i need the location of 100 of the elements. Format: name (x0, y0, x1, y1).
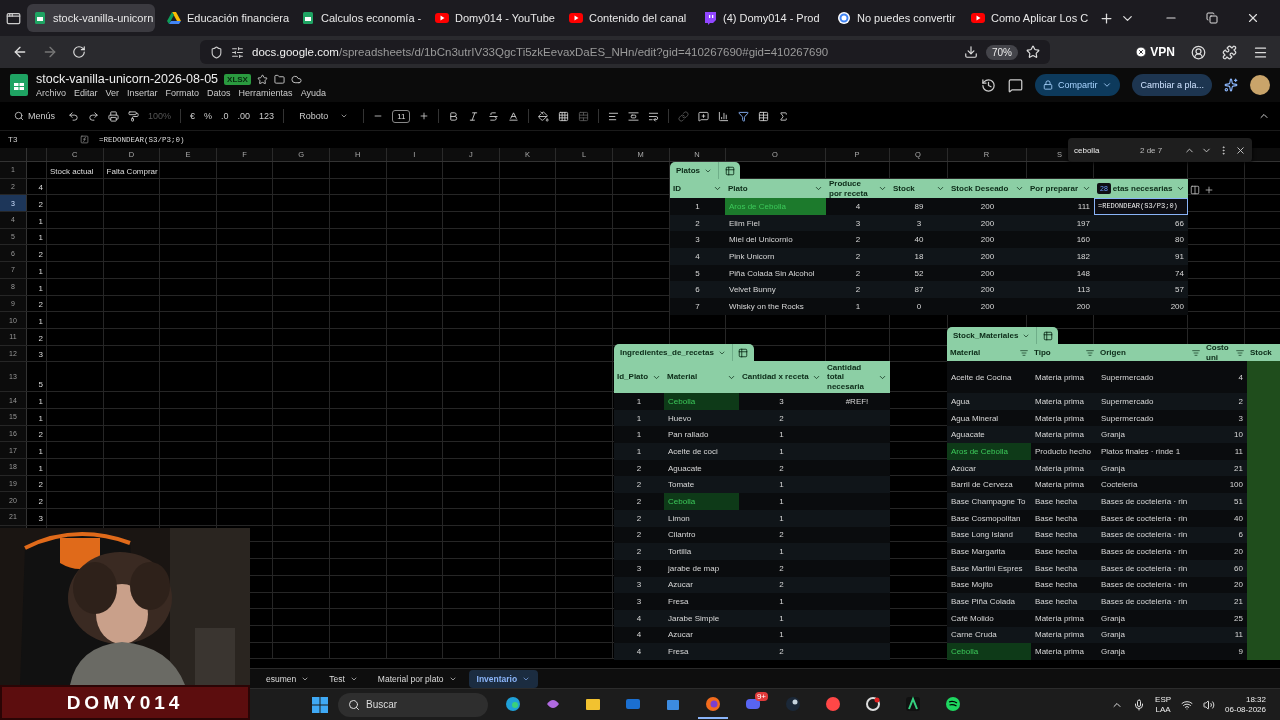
currency-button[interactable]: € (190, 111, 196, 121)
italic-icon[interactable] (468, 110, 480, 122)
browser-tab[interactable]: Contenido del canal (563, 4, 691, 32)
column-header[interactable]: Por preparar (1027, 179, 1094, 198)
browser-tab[interactable]: (4) Domy014 - Prod (697, 4, 825, 32)
decrease-decimals-button[interactable]: .0 (221, 111, 229, 121)
menu-item[interactable]: Ver (105, 88, 120, 98)
address-field[interactable]: docs.google.com/spreadsheets/d/1bCn3utrIV33QgcTi5zkEevaxDaES_NHn/edit?gid=410267690#gid=410267690 70% (200, 40, 1050, 64)
app-icon[interactable]: 9+ (738, 690, 768, 719)
new-tab-icon[interactable] (1099, 10, 1114, 26)
extensions-icon[interactable] (1222, 44, 1237, 60)
columns-icon[interactable] (1190, 185, 1200, 195)
column-header[interactable]: ID (670, 179, 725, 198)
menu-item[interactable]: Editar (74, 88, 98, 98)
borders-icon[interactable] (558, 110, 570, 122)
undo-icon[interactable] (68, 110, 79, 122)
column-header[interactable]: Origen (1097, 344, 1203, 361)
text-color-icon[interactable] (508, 110, 520, 122)
wrap-text-icon[interactable] (648, 110, 660, 122)
reload-icon[interactable] (72, 45, 86, 59)
paint-format-icon[interactable] (128, 110, 139, 122)
clock[interactable]: 18:32 06-08-2026 (1225, 694, 1266, 715)
shield-icon[interactable] (210, 45, 223, 59)
plus-icon[interactable] (419, 111, 430, 121)
table-name-tab[interactable]: Ingredientes_de_recetas (614, 344, 732, 361)
column-header[interactable]: Id_Plato (614, 361, 664, 393)
sheet-tab[interactable]: Material por plato (369, 669, 465, 688)
forward-icon[interactable] (42, 44, 58, 60)
account-icon[interactable] (1191, 44, 1206, 60)
add-comment-icon[interactable] (698, 110, 710, 122)
browser-tab[interactable]: Como Aplicar Los C (965, 4, 1093, 32)
column-header[interactable]: Material (664, 361, 739, 393)
column-header[interactable]: Material (947, 344, 1031, 361)
column-header[interactable]: Tipo (1031, 344, 1097, 361)
browser-tab[interactable]: Domy014 - YouTube (429, 4, 557, 32)
folder-icon[interactable] (273, 73, 285, 85)
column-header[interactable]: Produce por receta (826, 179, 890, 198)
table-options-button[interactable] (1036, 327, 1059, 344)
sparkle-icon[interactable] (1224, 78, 1238, 92)
cloud-icon[interactable] (290, 73, 302, 85)
print-icon[interactable] (108, 110, 119, 122)
bold-icon[interactable] (448, 110, 460, 122)
filter-icon[interactable] (738, 110, 750, 122)
close-icon[interactable] (1235, 144, 1246, 156)
mic-icon[interactable] (1133, 698, 1146, 711)
restore-icon[interactable] (1206, 12, 1218, 24)
star-icon[interactable] (1026, 45, 1040, 59)
volume-icon[interactable] (1203, 698, 1216, 711)
windows-icon[interactable] (312, 696, 328, 713)
column-header[interactable]: Cantidad total necesaria (824, 361, 890, 393)
column-header[interactable]: Plato (725, 179, 826, 198)
number-format-button[interactable]: 123 (259, 111, 275, 121)
zoom-level[interactable]: 70% (986, 44, 1018, 60)
strikethrough-icon[interactable] (488, 110, 500, 122)
menu-item[interactable]: Herramientas (238, 88, 293, 98)
table-name-tab[interactable]: Stock_Materiales (947, 327, 1037, 344)
menu-icon[interactable] (1253, 44, 1268, 60)
tab-list-icon[interactable] (6, 10, 21, 26)
percent-button[interactable]: % (204, 111, 213, 121)
sheet-tab[interactable]: Inventario (468, 669, 539, 688)
merge-cells-icon[interactable] (578, 110, 590, 122)
browser-tab[interactable]: Educación financiera (161, 4, 289, 32)
menu-item[interactable]: Formato (165, 88, 200, 98)
table-icon[interactable] (758, 110, 770, 122)
sheet-tab[interactable]: Test (321, 669, 366, 688)
font-select[interactable]: Roboto (293, 110, 355, 122)
menu-item[interactable]: Archivo (36, 88, 66, 98)
vertical-align-icon[interactable] (628, 110, 640, 122)
switch-button[interactable]: Cambiar a pla... (1132, 74, 1212, 96)
taskbar-search[interactable]: Buscar (338, 692, 488, 717)
vpn-button[interactable]: VPN (1135, 45, 1175, 59)
sum-icon[interactable] (778, 110, 790, 122)
column-header[interactable]: Stock (1247, 344, 1280, 361)
share-button[interactable]: Compartir (1034, 74, 1121, 96)
table-options-button[interactable] (731, 344, 754, 361)
redo-icon[interactable] (88, 110, 99, 122)
column-header[interactable]: Stock (890, 179, 948, 198)
menu-item[interactable]: Insertar (127, 88, 158, 98)
increase-decimals-button[interactable]: .00 (237, 111, 251, 121)
language-indicator[interactable]: ESP LAA (1155, 694, 1172, 715)
add-column-icon[interactable] (1204, 185, 1214, 195)
history-icon[interactable] (980, 77, 996, 93)
menu-item[interactable]: Datos (207, 88, 231, 98)
close-icon[interactable] (1246, 11, 1260, 25)
fill-color-icon[interactable] (538, 110, 550, 122)
sheet-tab[interactable]: esumen (258, 669, 318, 688)
star-icon[interactable] (256, 73, 268, 85)
cell-reference[interactable]: T3 (8, 135, 70, 144)
avatar[interactable] (1250, 75, 1270, 95)
table-name-tab[interactable]: Platos (670, 162, 718, 179)
align-icon[interactable] (608, 110, 620, 122)
font-size-field[interactable]: 11 (392, 109, 411, 123)
browser-tab[interactable]: stock-vanilla-unicorn (27, 4, 155, 32)
comments-icon[interactable] (1007, 77, 1023, 93)
table-options-button[interactable] (718, 162, 740, 179)
sliders-icon[interactable] (231, 45, 244, 59)
column-header[interactable]: Cantidad x receta (739, 361, 824, 393)
back-icon[interactable] (12, 44, 28, 60)
column-header[interactable]: Stock Deseado (948, 179, 1027, 198)
menu-item[interactable]: Ayuda (300, 88, 326, 98)
